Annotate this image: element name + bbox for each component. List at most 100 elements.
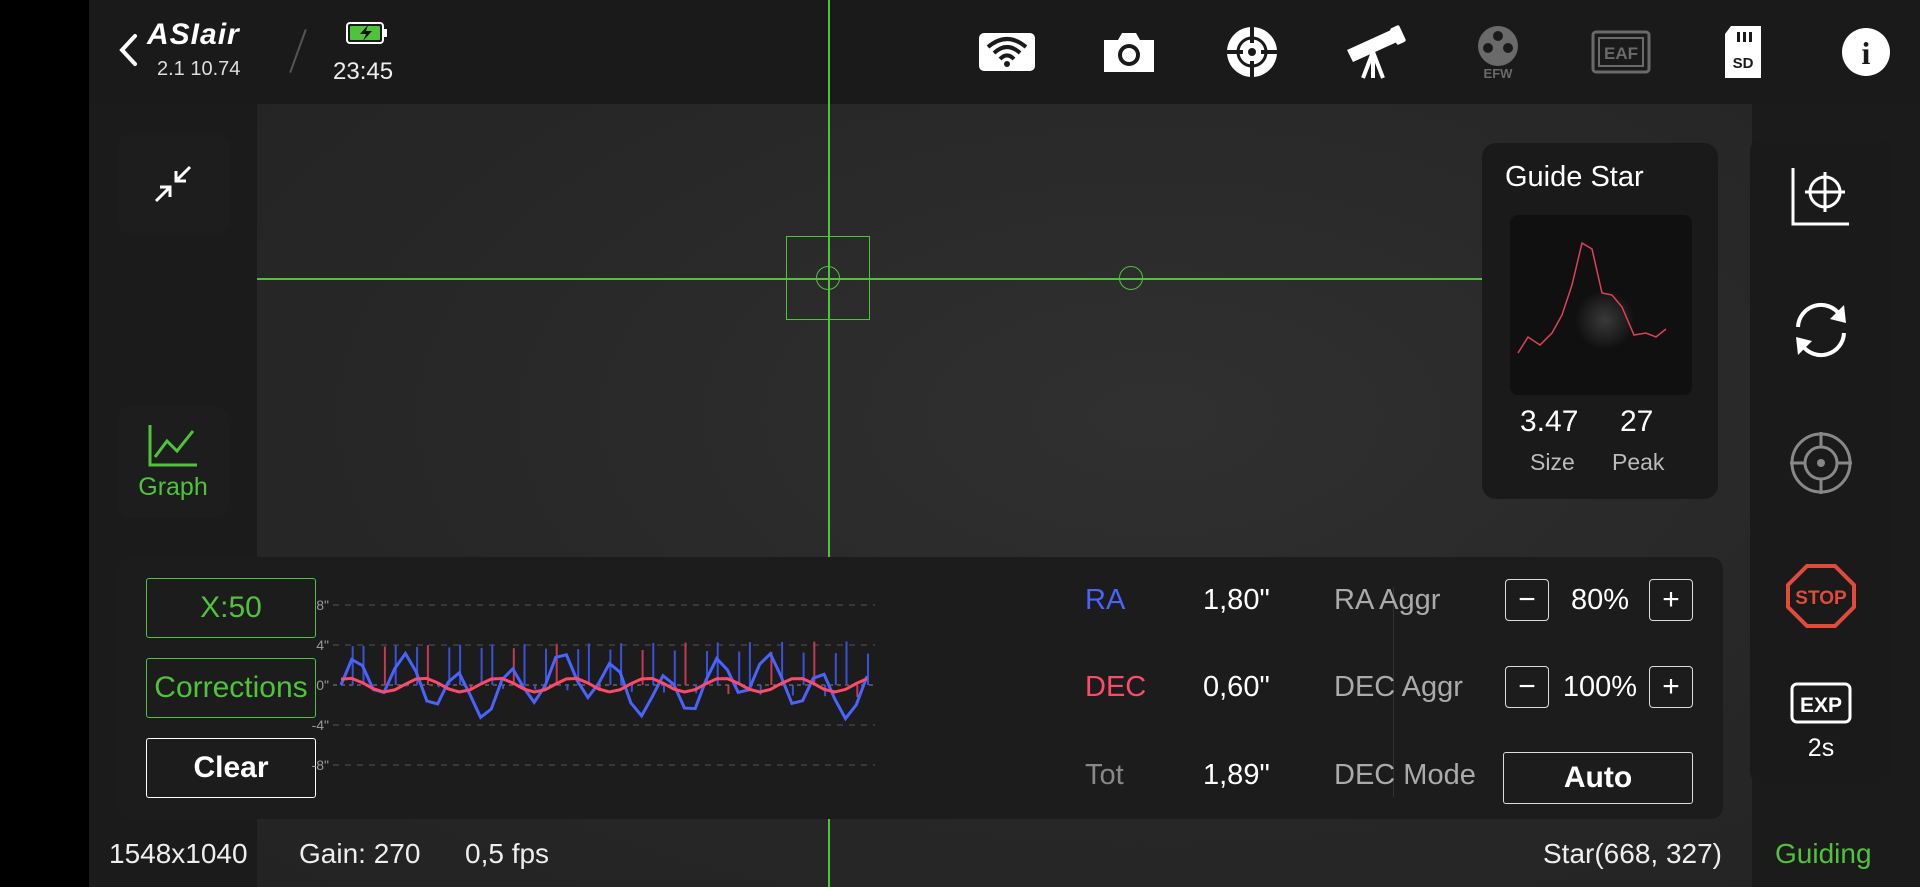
clock: 23:45: [333, 58, 394, 85]
exposure-icon: EXP: [1790, 682, 1852, 724]
asiair-app: ASIair 2.1 10.74 23:45 EFW EAF SD i Grap…: [89, 0, 1920, 887]
gain-status: Gain: 270: [299, 838, 421, 869]
info-button[interactable]: i: [1834, 22, 1898, 82]
guide-graph-panel: X:50 Corrections Clear 8" 4" 0" -4" -8" RA 1…: [117, 557, 1723, 819]
correction-bar: [566, 685, 569, 691]
graph-y-tick-label: 8": [316, 597, 329, 613]
correction-bar: [587, 643, 590, 685]
exp-icon-label: EXP: [1800, 694, 1842, 717]
guiding-status: Guiding: [1775, 838, 1872, 869]
correction-bar: [534, 685, 537, 690]
correction-bar: [834, 653, 837, 685]
correction-bar: [630, 685, 633, 692]
guide-error-graph: 8" 4" 0" -4" -8": [312, 597, 875, 773]
telescope-icon: [1347, 25, 1406, 79]
star-peak-label: Peak: [1612, 449, 1665, 475]
dec-aggr-decrease-button[interactable]: −: [1505, 666, 1549, 708]
efw-label: EFW: [1484, 66, 1514, 80]
star-position-status: Star(668, 327): [1543, 838, 1722, 869]
correction-bar: [727, 685, 730, 694]
correction-bar: [523, 644, 526, 685]
mount-button[interactable]: [1343, 22, 1407, 82]
correction-bar: [684, 642, 687, 685]
graph-button[interactable]: Graph: [117, 406, 229, 518]
graph-y-tick-label: 4": [316, 637, 329, 653]
target-graph-icon: [1791, 168, 1849, 226]
app-version: 2.1 10.74: [157, 58, 241, 80]
graph-y-tick-label: 0": [316, 677, 329, 693]
battery-icon: [346, 22, 387, 44]
dec-mode-label: DEC Mode: [1334, 759, 1476, 791]
dec-aggr-value: 100%: [1562, 671, 1638, 703]
guide-star-marker: [816, 266, 840, 290]
graph-label: Graph: [138, 472, 208, 501]
ra-aggr-increase-button[interactable]: +: [1649, 579, 1693, 621]
stop-icon: STOP: [1786, 564, 1856, 628]
star-peak-value: 27: [1620, 405, 1654, 438]
ra-label: RA: [1085, 584, 1126, 616]
auto-select-star-button[interactable]: [1772, 420, 1870, 506]
guide-scope-button[interactable]: [1220, 22, 1284, 82]
efw-icon: EFW: [1478, 26, 1518, 80]
minimize-icon: [154, 165, 192, 203]
lock-position-marker: [1119, 266, 1143, 290]
correction-bar: [609, 649, 612, 685]
eaf-button[interactable]: EAF: [1589, 22, 1653, 82]
correction-bar: [738, 651, 741, 685]
sd-label: SD: [1733, 55, 1754, 72]
stop-label: STOP: [1795, 588, 1847, 609]
ra-aggr-decrease-button[interactable]: −: [1505, 579, 1549, 621]
graph-y-tick-label: -8": [312, 757, 329, 773]
star-size-label: Size: [1530, 449, 1575, 475]
correction-bar: [663, 685, 665, 693]
exposure-button[interactable]: EXP: [1772, 673, 1870, 733]
exposure-value: 2s: [1807, 734, 1835, 762]
guide-scope-icon: [1227, 27, 1277, 77]
efw-button[interactable]: EFW: [1466, 22, 1530, 82]
correction-bar: [845, 641, 848, 685]
dec-label: DEC: [1085, 671, 1147, 703]
dec-aggr-increase-button[interactable]: +: [1649, 666, 1693, 708]
dec-mode-select[interactable]: Auto: [1503, 752, 1693, 804]
correction-bar: [480, 647, 483, 685]
guide-settings-button[interactable]: [1772, 153, 1870, 239]
right-control-panel: STOP EXP 2s: [1750, 137, 1892, 785]
resolution-status: 1548x1040: [109, 838, 248, 869]
ra-aggr-label: RA Aggr: [1334, 584, 1441, 616]
back-icon[interactable]: [117, 30, 139, 70]
eaf-icon: EAF: [1591, 30, 1651, 74]
divider: [289, 29, 307, 73]
refresh-icon: [1796, 302, 1846, 358]
correction-bar: [502, 685, 504, 689]
correction-bar: [791, 685, 794, 696]
camera-icon: [1104, 33, 1154, 72]
target-icon: [1790, 432, 1852, 494]
star-size-value: 3.47: [1520, 405, 1579, 438]
app-logo: ASIair: [147, 18, 240, 51]
sd-card-button[interactable]: SD: [1711, 22, 1775, 82]
top-bar: ASIair 2.1 10.74 23:45 EFW EAF SD i: [89, 0, 1920, 104]
tot-rms-value: 1,89": [1203, 759, 1270, 791]
wifi-button[interactable]: [975, 22, 1039, 82]
loop-button[interactable]: [1772, 287, 1870, 373]
crosshair-horizontal: [257, 278, 1519, 280]
camera-button[interactable]: [1097, 22, 1161, 82]
correction-bar: [383, 646, 386, 685]
wifi-icon: [979, 33, 1035, 71]
sd-card-icon: SD: [1725, 26, 1761, 78]
correction-bar: [373, 685, 376, 686]
correction-bar: [748, 642, 751, 685]
x-scale-button[interactable]: X:50: [146, 578, 316, 638]
clear-button[interactable]: Clear: [146, 738, 316, 798]
corrections-button[interactable]: Corrections: [146, 658, 316, 718]
dec-rms-value: 0,60": [1203, 671, 1270, 703]
correction-bar: [555, 643, 558, 685]
correction-bar: [856, 685, 859, 697]
minimize-button[interactable]: [117, 133, 229, 235]
dec-aggr-label: DEC Aggr: [1334, 671, 1463, 703]
info-icon: i: [1842, 28, 1890, 76]
ra-rms-value: 1,80": [1203, 584, 1270, 616]
info-label: i: [1862, 35, 1871, 71]
stop-guiding-button[interactable]: STOP: [1772, 553, 1870, 639]
correction-bar: [673, 650, 676, 685]
